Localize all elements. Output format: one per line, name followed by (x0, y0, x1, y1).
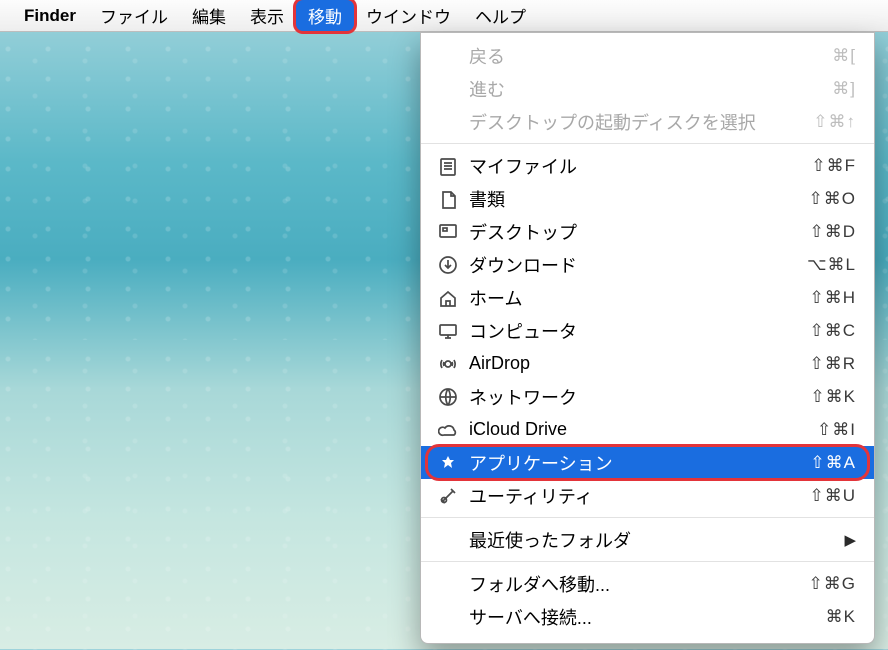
menu-item: 進む⌘] (421, 72, 874, 105)
menu-item[interactable]: 書類⇧⌘O (421, 182, 874, 215)
menubar-item-5[interactable]: ヘルプ (463, 0, 538, 31)
menu-item[interactable]: AirDrop⇧⌘R (421, 347, 874, 380)
menubar-item-4[interactable]: ウインドウ (354, 0, 463, 31)
menu-item-label: サーバへ接続... (469, 604, 826, 630)
go-menu-dropdown: 戻る⌘[進む⌘]デスクトップの起動ディスクを選択⇧⌘↑マイファイル⇧⌘F書類⇧⌘… (420, 32, 875, 644)
blank-icon (435, 530, 461, 550)
menu-item-shortcut: ⇧⌘I (817, 420, 856, 440)
menu-item-shortcut: ⌥⌘L (807, 255, 856, 275)
menu-item-label: AirDrop (469, 353, 809, 374)
menu-separator (421, 143, 874, 144)
menu-item-shortcut: ⌘[ (832, 46, 856, 66)
menu-item[interactable]: サーバへ接続...⌘K (421, 600, 874, 633)
menubar: Finder ファイル編集表示移動ウインドウヘルプ (0, 0, 888, 32)
desktop-icon (435, 222, 461, 242)
download-icon (435, 255, 461, 275)
menu-item-shortcut: ⇧⌘U (809, 486, 856, 506)
menu-item-shortcut: ⇧⌘A (810, 453, 856, 473)
menu-item[interactable]: ユーティリティ⇧⌘U (421, 479, 874, 512)
menu-item-shortcut: ⇧⌘R (809, 354, 856, 374)
menubar-app-name[interactable]: Finder (24, 6, 76, 26)
menubar-item-2[interactable]: 表示 (238, 0, 296, 31)
cloud-icon (435, 420, 461, 440)
menu-item-shortcut: ⇧⌘D (809, 222, 856, 242)
menu-item-label: 進む (469, 76, 832, 102)
home-icon (435, 288, 461, 308)
blank-icon (435, 574, 461, 594)
menu-item-label: 戻る (469, 43, 832, 69)
menu-item-shortcut: ⇧⌘G (809, 574, 856, 594)
computer-icon (435, 321, 461, 341)
menu-item-label: ネットワーク (469, 384, 810, 410)
airdrop-icon (435, 354, 461, 374)
submenu-arrow-icon: ▶ (844, 531, 856, 549)
network-icon (435, 387, 461, 407)
util-icon (435, 486, 461, 506)
menu-item-label: ユーティリティ (469, 483, 809, 509)
menu-item: 戻る⌘[ (421, 39, 874, 72)
menu-item-shortcut: ⇧⌘O (809, 189, 856, 209)
menu-item-label: 最近使ったフォルダ (469, 527, 844, 553)
menu-item[interactable]: デスクトップ⇧⌘D (421, 215, 874, 248)
menu-item-label: アプリケーション (469, 450, 810, 476)
menu-item-shortcut: ⌘] (832, 79, 856, 99)
menu-item[interactable]: フォルダへ移動...⇧⌘G (421, 567, 874, 600)
menu-item-label: マイファイル (469, 153, 811, 179)
menu-item-label: ダウンロード (469, 252, 807, 278)
menu-item[interactable]: ダウンロード⌥⌘L (421, 248, 874, 281)
menubar-item-0[interactable]: ファイル (88, 0, 180, 31)
menu-item-shortcut: ⇧⌘H (809, 288, 856, 308)
menu-item-shortcut: ⇧⌘F (811, 156, 856, 176)
menu-item-shortcut: ⌘K (826, 607, 856, 627)
menu-item: デスクトップの起動ディスクを選択⇧⌘↑ (421, 105, 874, 138)
blank-icon (435, 112, 461, 132)
apps-icon (435, 453, 461, 473)
menu-item-label: フォルダへ移動... (469, 571, 809, 597)
menu-item[interactable]: ホーム⇧⌘H (421, 281, 874, 314)
menu-item[interactable]: マイファイル⇧⌘F (421, 149, 874, 182)
menu-item-label: iCloud Drive (469, 419, 817, 440)
blank-icon (435, 79, 461, 99)
file-icon (435, 156, 461, 176)
menu-item-label: 書類 (469, 186, 809, 212)
menu-item-label: デスクトップの起動ディスクを選択 (469, 109, 813, 135)
menu-item-shortcut: ⇧⌘C (809, 321, 856, 341)
menubar-item-3[interactable]: 移動 (296, 0, 354, 31)
menu-item[interactable]: 最近使ったフォルダ▶ (421, 523, 874, 556)
menu-separator (421, 561, 874, 562)
blank-icon (435, 607, 461, 627)
blank-icon (435, 46, 461, 66)
menu-item[interactable]: コンピュータ⇧⌘C (421, 314, 874, 347)
menu-item-shortcut: ⇧⌘K (810, 387, 856, 407)
menu-item-shortcut: ⇧⌘↑ (813, 112, 856, 132)
menu-item[interactable]: iCloud Drive⇧⌘I (421, 413, 874, 446)
menu-item[interactable]: アプリケーション⇧⌘A (421, 446, 874, 479)
menu-item-label: デスクトップ (469, 219, 809, 245)
menu-item[interactable]: ネットワーク⇧⌘K (421, 380, 874, 413)
menu-item-label: コンピュータ (469, 318, 809, 344)
doc-icon (435, 189, 461, 209)
menu-separator (421, 517, 874, 518)
menu-item-label: ホーム (469, 285, 809, 311)
menubar-item-1[interactable]: 編集 (180, 0, 238, 31)
